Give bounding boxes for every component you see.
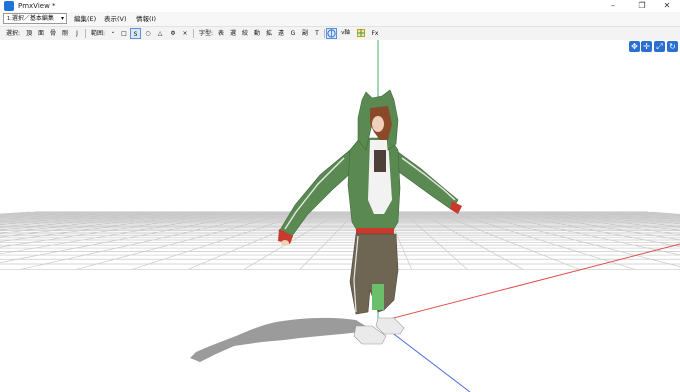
grid-line — [187, 211, 326, 270]
scene-canvas — [0, 40, 680, 392]
menu-bar: 1:選択／基本編集 ▾ 編集(E) 表示(V) 情報(I) — [0, 12, 680, 27]
toolbar-button-hyo[interactable]: 表 — [216, 28, 226, 39]
grid-line — [402, 211, 468, 270]
toolbar-button-sen[interactable]: 選 — [228, 28, 238, 39]
app-icon — [4, 1, 14, 11]
toolbar-button-t[interactable]: T — [312, 28, 322, 39]
grid-line — [0, 211, 248, 255]
toolbar-button-en[interactable]: 遠 — [276, 28, 286, 39]
grid-toggle-icon — [357, 29, 365, 37]
mode-select-value: 選択／基本編集 — [11, 15, 54, 22]
range-triangle-button[interactable]: △ — [155, 28, 165, 39]
character-face — [372, 116, 384, 132]
range-point-button[interactable]: ・ — [108, 28, 118, 39]
grid-line — [589, 211, 680, 222]
toolbar-button-g[interactable]: G — [288, 28, 298, 39]
minimize-button[interactable]: – — [602, 0, 624, 12]
menu-view[interactable]: 表示(V) — [104, 14, 127, 24]
toolbar-separator — [324, 29, 325, 38]
menu-info[interactable]: 情報(I) — [136, 14, 156, 24]
grid-line — [20, 211, 279, 270]
range-s-button[interactable]: S — [130, 28, 141, 39]
shirt-print — [374, 150, 386, 172]
select-label: 選択: — [5, 30, 21, 37]
fx-button[interactable]: Fx — [369, 28, 381, 39]
select-vertex-button[interactable]: 頂 — [24, 28, 34, 39]
range-label: 範囲: — [90, 30, 106, 37]
grid-line — [0, 211, 185, 234]
select-joint-button[interactable]: J — [72, 28, 82, 39]
3d-viewport[interactable] — [0, 40, 680, 392]
grid-line — [0, 211, 123, 224]
mode-select[interactable]: 1:選択／基本編集 ▾ — [3, 13, 67, 24]
window-title: PmxView * — [18, 2, 56, 10]
range-circle-button[interactable]: ○ — [143, 28, 153, 39]
axis-toggle-button[interactable] — [326, 28, 337, 39]
move-view-icon[interactable]: ✥ — [629, 41, 640, 52]
select-face-button[interactable]: 面 — [36, 28, 46, 39]
select-rigid-button[interactable]: 剛 — [60, 28, 70, 39]
chevron-down-icon: ▾ — [60, 15, 64, 22]
grid-line — [299, 211, 357, 270]
rotate-view-icon[interactable]: ✛ — [641, 41, 652, 52]
maximize-button[interactable]: ❐ — [631, 0, 653, 12]
toolbar-button-kaku[interactable]: 拡 — [264, 28, 274, 39]
close-button[interactable]: ✕ — [656, 0, 678, 12]
axis-globe-icon — [327, 29, 336, 38]
menu-edit[interactable]: 編集(E) — [74, 14, 96, 24]
axis-label: v軸 — [341, 30, 350, 36]
toolbar-button-fuku[interactable]: 副 — [300, 28, 310, 39]
character-sock — [372, 284, 384, 310]
range-phi-button[interactable]: Φ — [168, 28, 178, 39]
toolbar-separator — [193, 29, 194, 38]
grid-icon[interactable] — [356, 28, 366, 39]
grid-line — [0, 211, 201, 238]
character-hand-left — [281, 240, 289, 246]
toolbar-button-do[interactable]: 動 — [252, 28, 262, 39]
range-rect-button[interactable]: □ — [119, 28, 129, 39]
reset-view-icon[interactable]: ↻ — [667, 41, 678, 52]
toolbar-button-shibo[interactable]: 絞 — [240, 28, 250, 39]
toolbar-separator — [85, 29, 86, 38]
x-axis-line — [377, 243, 680, 323]
title-bar: PmxView * – ❐ ✕ — [0, 0, 680, 12]
grid-line — [511, 211, 680, 241]
character-shadow — [190, 317, 372, 362]
toolbar: 選択: 頂 面 骨 剛 J 範囲: ・ □ S ○ △ Φ × 字型: 表 選 … — [0, 27, 680, 41]
grid-line — [433, 211, 580, 270]
zoom-view-icon[interactable]: ⤢ — [654, 41, 665, 52]
select-bone-button[interactable]: 骨 — [48, 28, 58, 39]
ground-grid — [0, 211, 680, 270]
font-label: 字型: — [198, 30, 214, 37]
range-clear-button[interactable]: × — [180, 28, 190, 39]
